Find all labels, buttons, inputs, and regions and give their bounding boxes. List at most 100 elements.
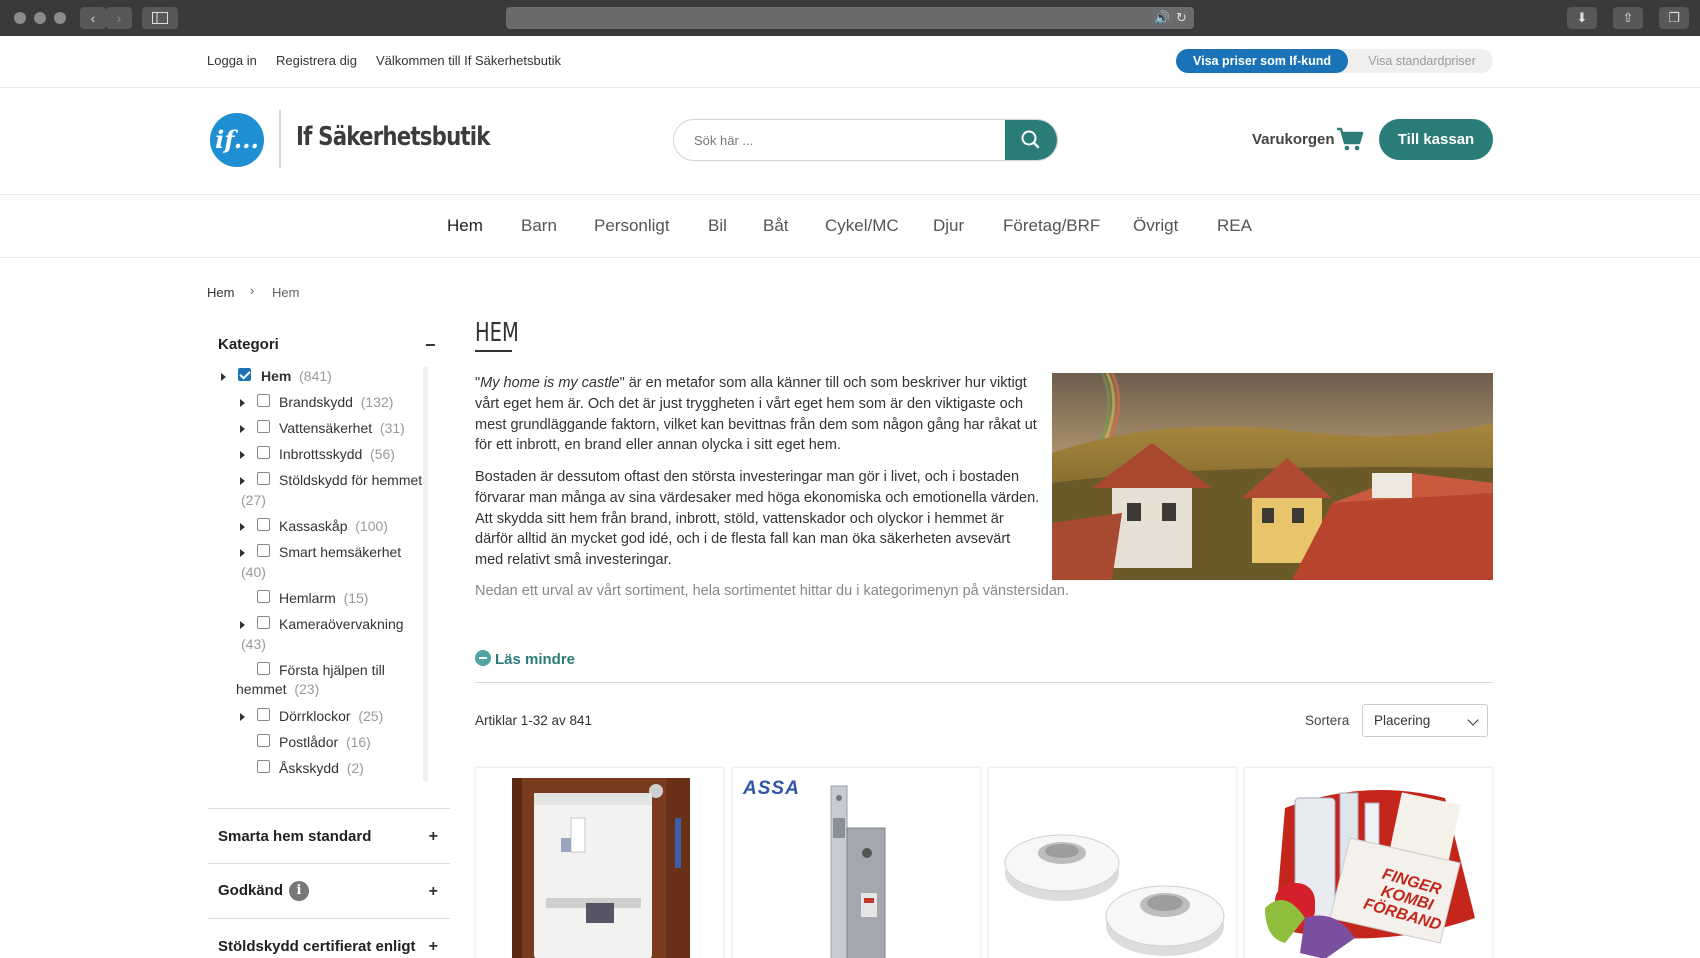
reload-icon[interactable]: ↻ (1176, 10, 1187, 26)
category-checkbox[interactable] (257, 734, 270, 747)
category-item-kassaskap[interactable]: Kassaskåp (100) (279, 517, 388, 536)
category-item-inbrottsskydd[interactable]: Inbrottsskydd (56) (279, 445, 395, 464)
nav-foretag-brf[interactable]: Företag/BRF (1003, 216, 1100, 236)
share-icon[interactable]: ⇧ (1613, 7, 1643, 29)
expand-caret-icon[interactable] (240, 713, 245, 721)
content-divider (475, 682, 1493, 683)
login-link[interactable]: Logga in (207, 53, 257, 68)
nav-barn[interactable]: Barn (521, 216, 557, 236)
category-checkbox[interactable] (257, 708, 270, 721)
category-item-postlador[interactable]: Postlådor (16) (279, 733, 371, 752)
main-nav: Hem Barn Personligt Bil Båt Cykel/MC Dju… (0, 194, 1700, 258)
speaker-icon[interactable]: 🔊 (1154, 10, 1170, 26)
category-checkbox[interactable] (257, 472, 270, 485)
category-checkbox[interactable] (257, 544, 270, 557)
expand-caret-icon[interactable] (240, 477, 245, 485)
logo-divider (279, 110, 281, 168)
sidebar-toggle-icon[interactable] (142, 7, 178, 29)
forward-icon[interactable]: › (106, 7, 132, 29)
expand-caret-icon[interactable] (240, 621, 245, 629)
nav-hem[interactable]: Hem (447, 216, 483, 236)
category-checkbox[interactable] (257, 518, 270, 531)
category-item-stoldskydd[interactable]: Stöldskydd för hemmet (279, 471, 422, 490)
nav-rea[interactable]: REA (1217, 216, 1252, 236)
expand-plus-icon[interactable]: + (429, 828, 438, 846)
breadcrumb-separator-icon: › (250, 283, 255, 298)
read-less-link[interactable]: Läs mindre (475, 650, 575, 668)
back-icon[interactable]: ‹ (80, 7, 106, 29)
filter-label: Stöldskydd certifierat enligt (218, 938, 416, 955)
category-title: Kategori (218, 336, 279, 353)
category-checkbox[interactable] (257, 420, 270, 433)
address-bar[interactable]: 🔊 ↻ (506, 7, 1194, 29)
minimize-window-dot[interactable] (34, 12, 46, 24)
info-icon[interactable]: i (289, 881, 310, 901)
close-window-dot[interactable] (14, 12, 26, 24)
product-image-smoke-detectors (1004, 834, 1225, 956)
expand-plus-icon[interactable]: + (429, 883, 438, 901)
nav-djur[interactable]: Djur (933, 216, 964, 236)
sort-select[interactable]: Placering (1362, 704, 1488, 737)
nav-bat[interactable]: Båt (763, 216, 789, 236)
if-price-button[interactable]: Visa priser som If-kund (1176, 49, 1348, 73)
search-button[interactable] (1005, 120, 1057, 160)
expand-caret-icon[interactable] (240, 549, 245, 557)
browser-chrome: ‹ › 🔊 ↻ ⬇ ⇧ ❐ (0, 0, 1700, 36)
category-count: (40) (241, 564, 266, 580)
search-input[interactable] (674, 120, 1007, 160)
category-item-smart-hemsakerhet[interactable]: Smart hemsäkerhet (279, 543, 401, 562)
category-item-forsta-hjalpen[interactable]: Första hjälpen till hemmet (23) (236, 661, 406, 699)
filter-godkand[interactable]: Godkänd i + (208, 863, 450, 918)
filter-smarta-hem[interactable]: Smarta hem standard + (208, 808, 450, 863)
welcome-link[interactable]: Välkommen till If Säkerhetsbutik (376, 53, 561, 68)
category-checkbox[interactable] (238, 368, 251, 381)
checkout-button[interactable]: Till kassan (1379, 119, 1493, 160)
product-card[interactable]: FINGER KOMBI FÖRBAND (1244, 767, 1493, 958)
category-item-hemlarm[interactable]: Hemlarm (15) (279, 589, 368, 608)
sort-label: Sortera (1305, 713, 1350, 728)
store-name[interactable]: If Säkerhetsbutik (296, 122, 490, 152)
standard-price-button[interactable]: Visa standardpriser (1352, 49, 1492, 73)
nav-personligt[interactable]: Personligt (594, 216, 670, 236)
nav-cykel-mc[interactable]: Cykel/MC (825, 216, 899, 236)
expand-caret-icon[interactable] (240, 451, 245, 459)
category-checkbox[interactable] (257, 394, 270, 407)
expand-caret-icon[interactable] (240, 399, 245, 407)
title-underline (475, 350, 512, 352)
expand-caret-icon[interactable] (221, 373, 226, 381)
category-checkbox[interactable] (257, 616, 270, 629)
cart-link[interactable]: Varukorgen (1252, 131, 1335, 148)
top-bar: Logga in Registrera dig Välkommen till I… (0, 36, 1700, 88)
cart-icon[interactable] (1336, 126, 1364, 152)
product-image-first-aid-kit (1265, 790, 1475, 958)
category-item-kameraovervakning[interactable]: Kameraövervakning (279, 615, 404, 634)
maximize-window-dot[interactable] (54, 12, 66, 24)
category-checkbox[interactable] (257, 760, 270, 773)
expand-plus-icon[interactable]: + (429, 938, 438, 956)
category-checkbox[interactable] (257, 446, 270, 459)
product-card[interactable]: ASSA (732, 767, 981, 958)
expand-caret-icon[interactable] (240, 523, 245, 531)
category-item-vattensakerhet[interactable]: Vattensäkerhet (31) (279, 419, 405, 438)
sidebar-scrollbar[interactable] (423, 366, 428, 781)
if-logo[interactable]: if... (210, 113, 264, 167)
download-icon[interactable]: ⬇ (1567, 7, 1597, 29)
collapse-icon[interactable]: − (425, 335, 436, 356)
product-card[interactable] (988, 767, 1237, 958)
nav-bil[interactable]: Bil (708, 216, 727, 236)
register-link[interactable]: Registrera dig (276, 53, 357, 68)
item-count: Artiklar 1-32 av 841 (475, 713, 593, 728)
category-item-dorrklockor[interactable]: Dörrklockor (25) (279, 707, 383, 726)
category-item-askskydd[interactable]: Åskskydd (2) (279, 759, 364, 778)
category-item-hem[interactable]: Hem (841) (261, 367, 332, 386)
nav-ovrigt[interactable]: Övrigt (1133, 216, 1178, 236)
filter-stoldskydd-certifierat[interactable]: Stöldskydd certifierat enligt + (208, 918, 450, 958)
breadcrumb-home[interactable]: Hem (207, 285, 234, 300)
product-card[interactable] (475, 767, 724, 958)
intro-paragraph: "My home is my castle" är en metafor som… (475, 375, 1037, 454)
category-item-brandskydd[interactable]: Brandskydd (132) (279, 393, 393, 412)
category-checkbox[interactable] (257, 590, 270, 603)
expand-caret-icon[interactable] (240, 425, 245, 433)
tabs-icon[interactable]: ❐ (1659, 7, 1689, 29)
category-count: (27) (241, 492, 266, 508)
